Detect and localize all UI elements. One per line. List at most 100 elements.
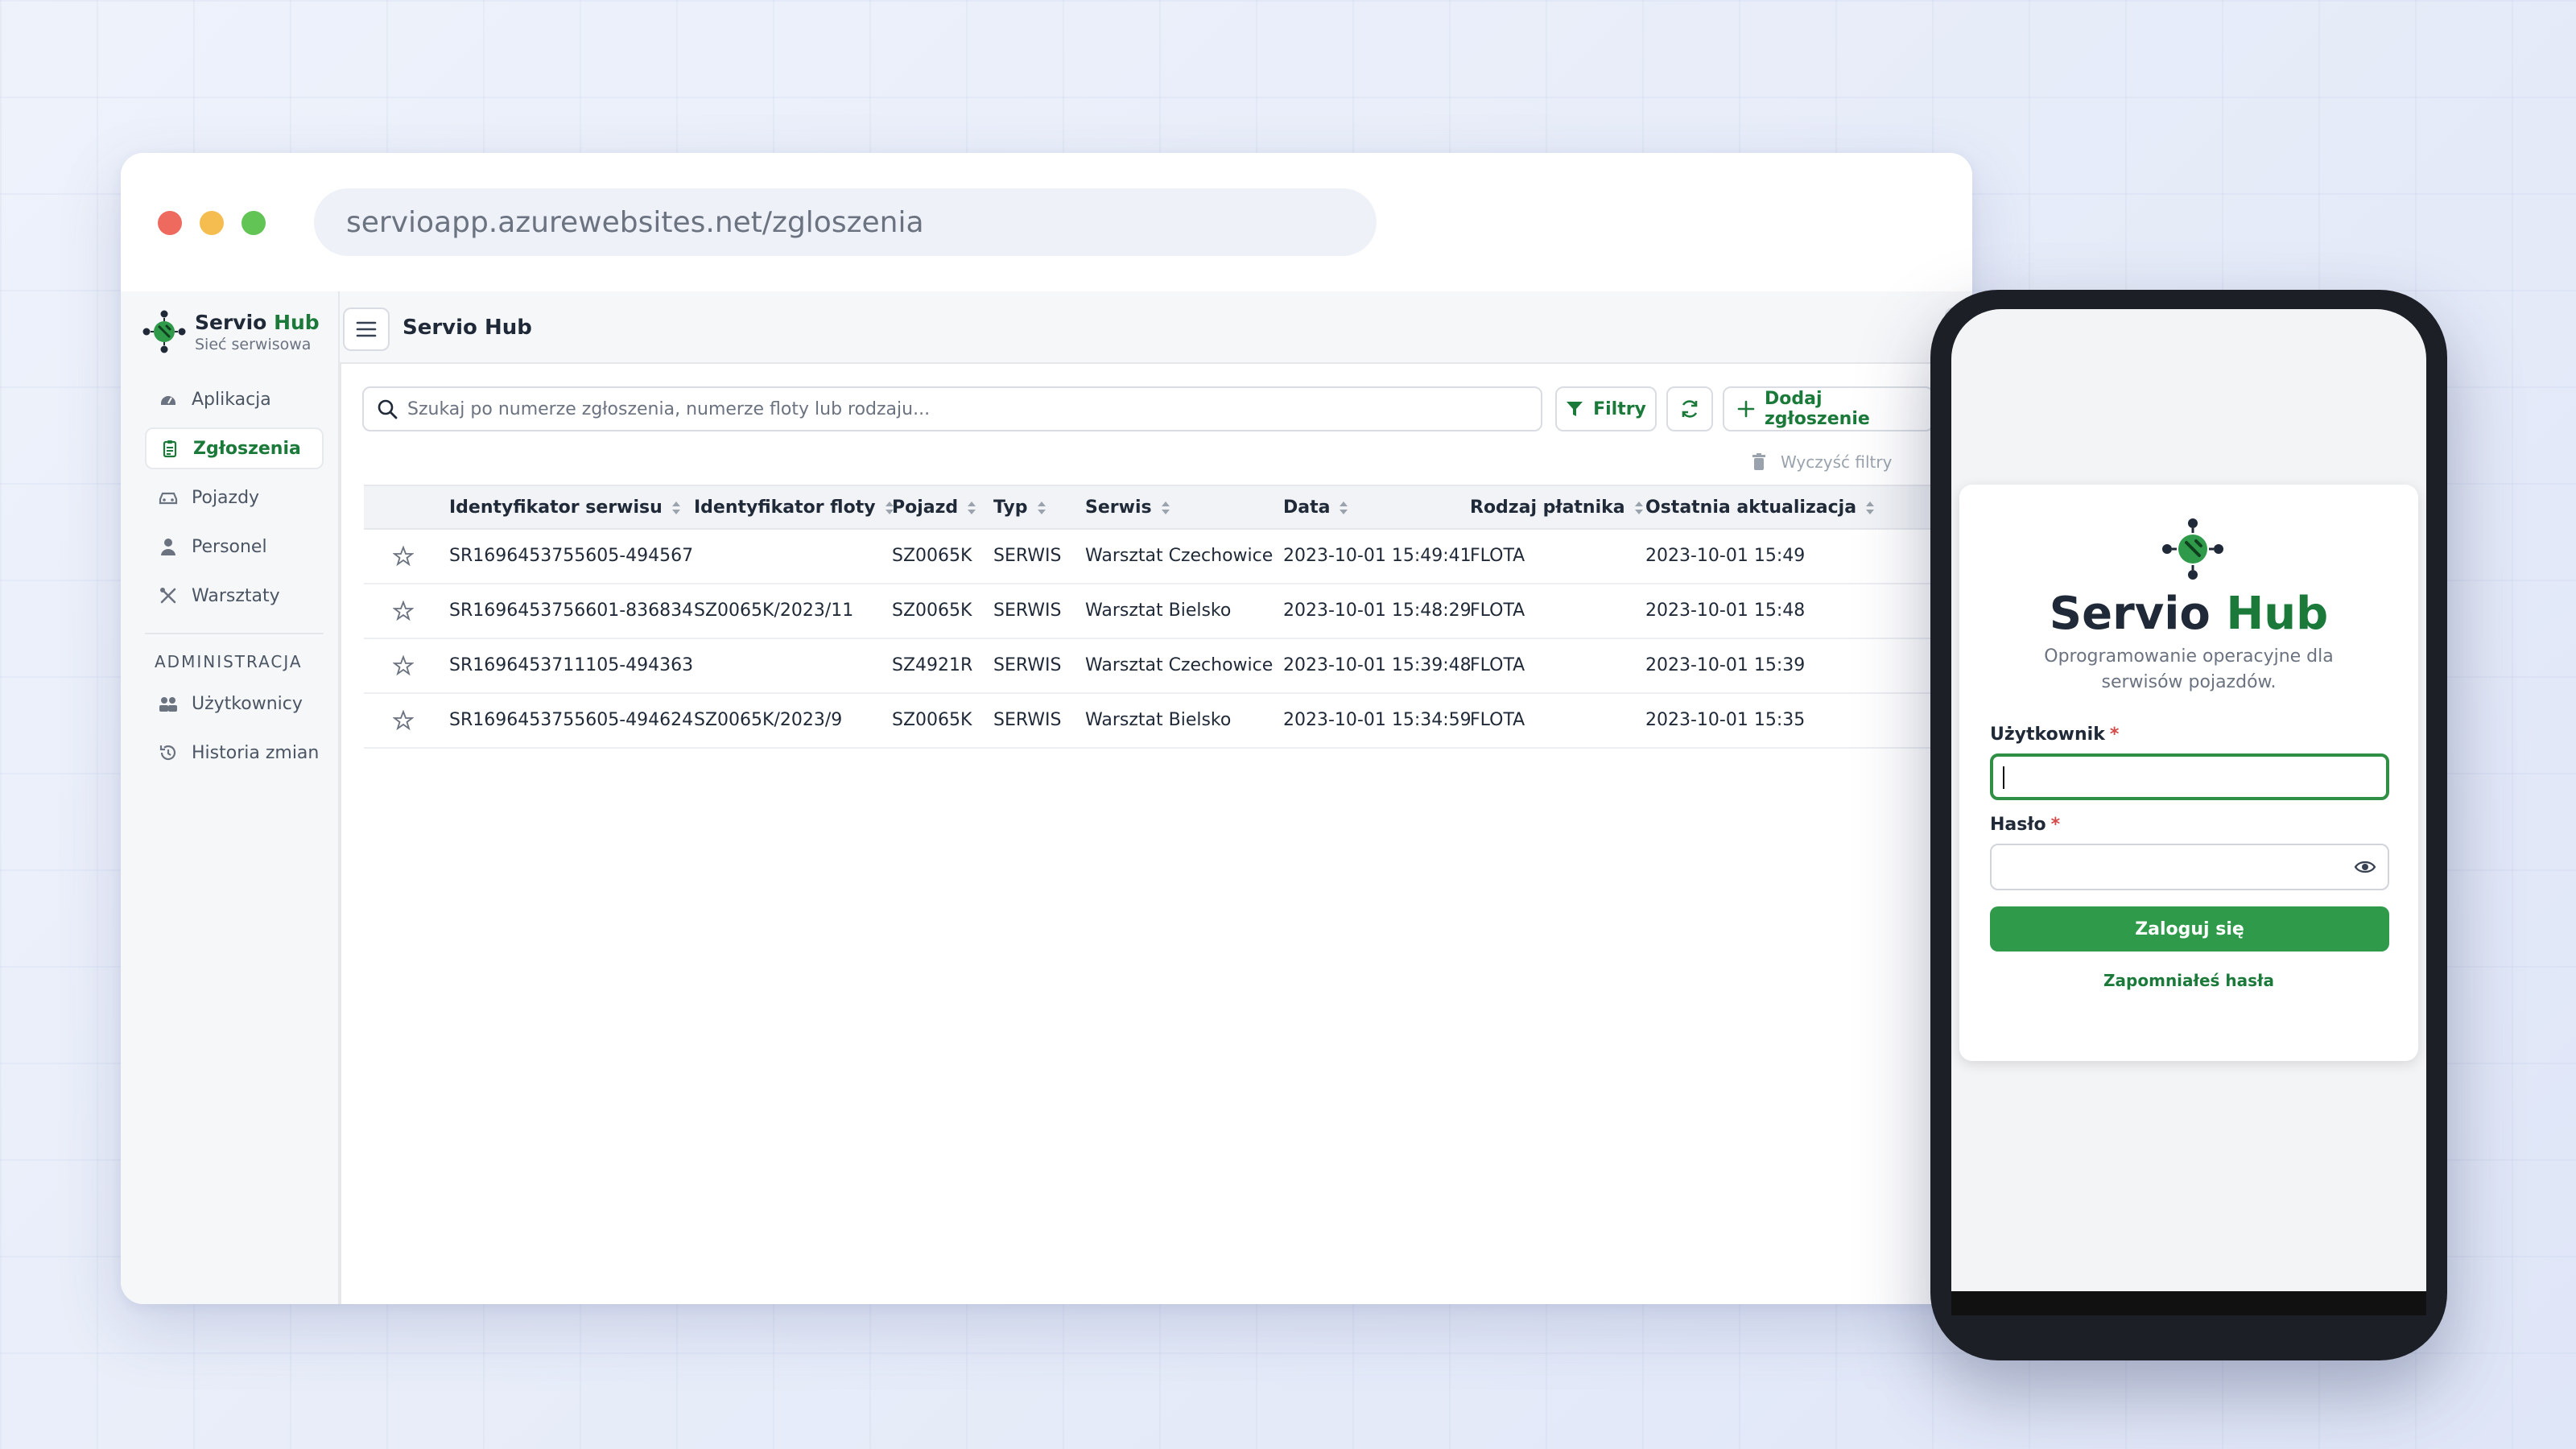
users-icon <box>158 693 179 714</box>
sidebar-item-personel[interactable]: Personel <box>145 526 324 568</box>
cell-date: 2023-10-01 15:48:29 <box>1283 601 1472 621</box>
eye-icon[interactable] <box>2354 858 2376 879</box>
sidebar-item-uzytkownicy[interactable]: Użytkownicy <box>145 683 324 724</box>
sidebar-nav: Aplikacja Zgłoszenia Pojazdy Personel Wa… <box>145 378 324 781</box>
column-header-last-update[interactable]: Ostatnia aktualizacja <box>1645 497 1876 518</box>
sidebar-item-label: Aplikacja <box>192 389 271 410</box>
maximize-window-button[interactable] <box>242 211 266 235</box>
login-title-part2: Hub <box>2226 588 2329 640</box>
sidebar-item-label: Pojazdy <box>192 487 260 508</box>
browser-window: servioapp.azurewebsites.net/zgloszenia S… <box>121 153 1972 1304</box>
sort-icon <box>1864 500 1876 516</box>
cell-type: SERWIS <box>993 655 1062 675</box>
brand-name-part1: Servio <box>195 310 267 334</box>
forgot-password-link[interactable]: Zapomniałeś hasła <box>1959 971 2418 990</box>
person-icon <box>158 536 179 557</box>
column-header-type[interactable]: Typ <box>993 497 1047 518</box>
sidebar-item-historia-zmian[interactable]: Historia zmian <box>145 732 324 774</box>
top-bar: Servio Hub <box>340 291 1972 364</box>
cell-fleet-id: SZ0065K/2023/9 <box>694 710 843 730</box>
brand-logo[interactable]: Servio Hub Sieć serwisowa <box>142 309 320 354</box>
login-subtitle: Oprogramowanie operacyjne dla serwisów p… <box>2044 646 2334 692</box>
column-header-label: Data <box>1283 497 1331 518</box>
sidebar-item-pojazdy[interactable]: Pojazdy <box>145 477 324 518</box>
sort-icon <box>1338 500 1349 516</box>
refresh-button[interactable] <box>1666 386 1713 431</box>
brand-subtitle: Sieć serwisowa <box>195 335 312 353</box>
username-field[interactable] <box>1990 753 2389 800</box>
column-header-label: Ostatnia aktualizacja <box>1645 497 1857 518</box>
sidebar-item-label: Użytkownicy <box>192 693 303 714</box>
password-field[interactable] <box>1990 844 2389 890</box>
login-title-part1: Servio <box>2049 588 2211 640</box>
sidebar: Servio Hub Sieć serwisowa Aplikacja Zgło… <box>121 291 340 1304</box>
table-row[interactable]: SR1696453755605-494567 SZ0065K SERWIS Wa… <box>364 530 1972 584</box>
cell-last-update: 2023-10-01 15:48 <box>1645 601 1806 621</box>
sidebar-item-zgloszenia[interactable]: Zgłoszenia <box>145 427 324 469</box>
required-mark: * <box>2050 815 2061 835</box>
sort-icon <box>1036 500 1047 516</box>
cell-type: SERWIS <box>993 546 1062 566</box>
close-window-button[interactable] <box>158 211 182 235</box>
sidebar-item-label: Zgłoszenia <box>193 438 301 459</box>
phone-frame: Servio Hub Oprogramowanie operacyjne dla… <box>1930 290 2447 1360</box>
phone-screen: Servio Hub Oprogramowanie operacyjne dla… <box>1951 309 2426 1315</box>
sidebar-item-aplikacja[interactable]: Aplikacja <box>145 378 324 420</box>
username-label-text: Użytkownik <box>1990 724 2105 745</box>
table-row[interactable]: SR1696453711105-494363 SZ4921R SERWIS Wa… <box>364 639 1972 694</box>
cell-service-id: SR1696453711105-494363 <box>449 655 694 675</box>
brand-name-part2: Hub <box>274 310 320 334</box>
cell-vehicle: SZ0065K <box>892 546 972 566</box>
filter-icon <box>1566 400 1583 418</box>
cell-payer-type: FLOTA <box>1470 601 1525 621</box>
sidebar-divider <box>145 633 324 634</box>
sidebar-item-warsztaty[interactable]: Warsztaty <box>145 575 324 617</box>
clear-filters-button[interactable]: Wyczyść filtry <box>1752 452 1892 472</box>
column-header-label: Identyfikator serwisu <box>449 497 663 518</box>
plus-icon <box>1737 400 1755 418</box>
table-row[interactable]: SR1696453755605-494624 SZ0065K/2023/9 SZ… <box>364 694 1972 749</box>
column-header-label: Identyfikator floty <box>694 497 876 518</box>
cell-fleet-id: SZ0065K/2023/11 <box>694 601 854 621</box>
column-header-vehicle[interactable]: Pojazd <box>892 497 977 518</box>
cell-payer-type: FLOTA <box>1470 655 1525 675</box>
cell-payer-type: FLOTA <box>1470 546 1525 566</box>
column-header-service-id[interactable]: Identyfikator serwisu <box>449 497 682 518</box>
login-button[interactable]: Zaloguj się <box>1990 906 2389 952</box>
sidebar-item-label: Personel <box>192 536 267 557</box>
cell-date: 2023-10-01 15:34:59 <box>1283 710 1472 730</box>
star-icon[interactable] <box>392 654 415 679</box>
password-input[interactable] <box>2001 852 2339 882</box>
address-bar-url: servioapp.azurewebsites.net/zgloszenia <box>346 205 924 239</box>
sidebar-section-title: ADMINISTRACJA <box>155 652 303 671</box>
servio-logo-icon <box>2162 518 2223 580</box>
star-icon[interactable] <box>392 709 415 734</box>
column-header-payer-type[interactable]: Rodzaj płatnika <box>1470 497 1645 518</box>
cell-last-update: 2023-10-01 15:39 <box>1645 655 1806 675</box>
clear-filters-label: Wyczyść filtry <box>1781 452 1893 472</box>
column-header-service[interactable]: Serwis <box>1085 497 1171 518</box>
column-header-fleet-id[interactable]: Identyfikator floty <box>694 497 895 518</box>
filters-button[interactable]: Filtry <box>1555 386 1657 431</box>
search-box[interactable] <box>362 386 1542 431</box>
add-request-button[interactable]: Dodaj zgłoszenie <box>1723 386 1934 431</box>
column-header-date[interactable]: Data <box>1283 497 1349 518</box>
star-icon[interactable] <box>392 545 415 570</box>
cell-type: SERWIS <box>993 601 1062 621</box>
password-label: Hasło * <box>1990 815 2060 835</box>
table-row[interactable]: SR1696453756601-836834 SZ0065K/2023/11 S… <box>364 584 1972 639</box>
menu-toggle-button[interactable] <box>343 308 390 351</box>
search-input[interactable] <box>407 398 1518 419</box>
cell-last-update: 2023-10-01 15:49 <box>1645 546 1806 566</box>
browser-titlebar: servioapp.azurewebsites.net/zgloszenia <box>121 153 1972 291</box>
dashboard-icon <box>158 389 179 410</box>
cell-service: Warsztat Bielsko <box>1085 710 1232 730</box>
page-title: Servio Hub <box>402 316 532 340</box>
minimize-window-button[interactable] <box>200 211 224 235</box>
star-icon[interactable] <box>392 600 415 625</box>
clipboard-icon <box>159 438 180 459</box>
sort-icon <box>1160 500 1171 516</box>
address-bar[interactable]: servioapp.azurewebsites.net/zgloszenia <box>314 188 1377 256</box>
search-icon <box>378 399 398 419</box>
cell-type: SERWIS <box>993 710 1062 730</box>
